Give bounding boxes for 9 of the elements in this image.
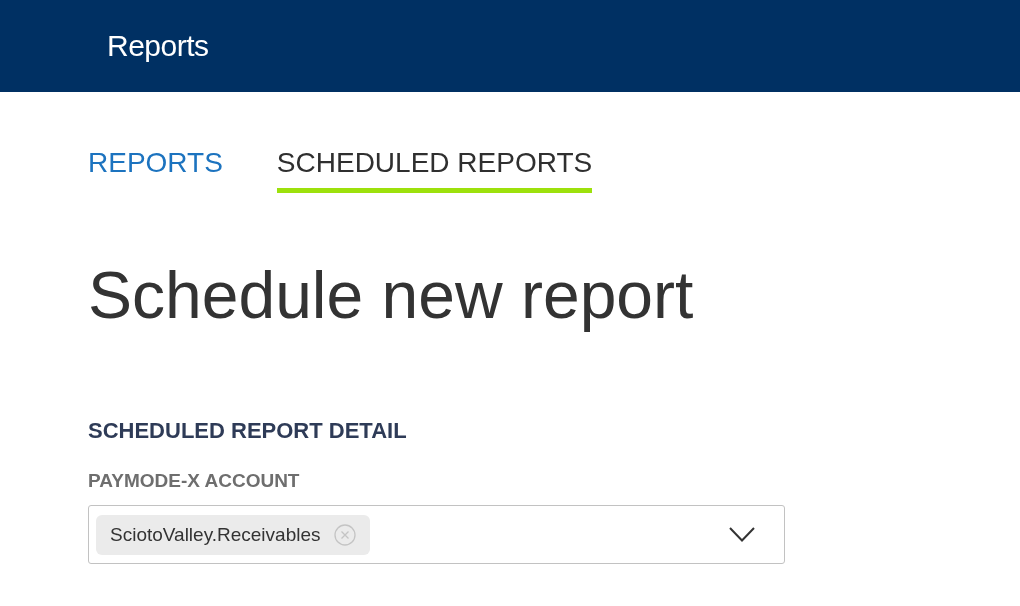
account-select[interactable]: SciotoValley.Receivables [88, 505, 785, 564]
chevron-down-icon[interactable] [729, 527, 755, 542]
page-title: Schedule new report [88, 259, 695, 331]
chip-label: SciotoValley.Receivables [110, 523, 321, 546]
field-label: PAYMODE-X ACCOUNT [88, 469, 300, 493]
tab[interactable]: SCHEDULED REPORTS [276, 147, 593, 193]
tab[interactable]: REPORTS [88, 147, 223, 193]
section-title: SCHEDULED REPORT DETAIL [88, 417, 408, 445]
header-title: Reports [107, 29, 209, 63]
